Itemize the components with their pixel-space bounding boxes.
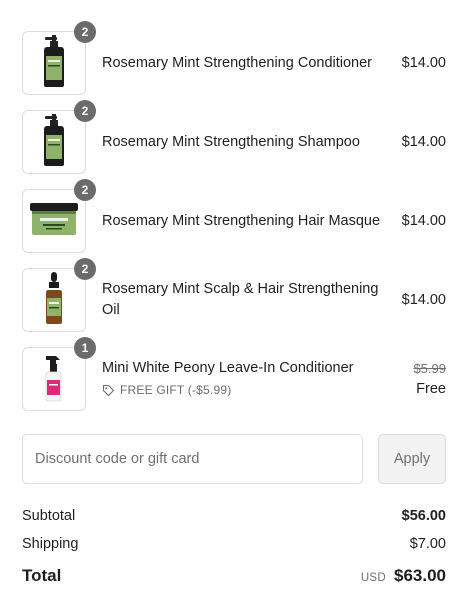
quantity-badge: 2 (74, 100, 96, 122)
product-thumbnail: 2 (22, 258, 96, 332)
apply-discount-button[interactable]: Apply (378, 434, 446, 484)
gift-label: FREE GIFT (-$5.99) (120, 382, 232, 397)
quantity-badge: 1 (74, 337, 96, 359)
product-thumbnail: 2 (22, 21, 96, 95)
product-name: Rosemary Mint Scalp & Hair Strengthening… (102, 281, 379, 318)
discount-code-input[interactable] (22, 434, 363, 484)
quantity-badge: 2 (74, 21, 96, 43)
original-price: $5.99 (413, 361, 446, 376)
product-price: $14.00 (401, 213, 446, 229)
line-item: 2 Rosemary Mint Strengthening Hair Masqu… (22, 179, 446, 253)
product-price: Free (416, 381, 446, 397)
currency-code: USD (360, 572, 386, 584)
total-label: Total (22, 566, 62, 585)
shipping-value: $7.00 (409, 536, 446, 552)
spray-bottle-icon (42, 352, 66, 407)
line-item: 2 Rosemary Mint Strengthening Shampoo $1… (22, 100, 446, 174)
product-price: $14.00 (401, 292, 446, 308)
tag-icon (102, 384, 115, 396)
total-row: Total USD $63.00 (22, 566, 446, 586)
product-name: Mini White Peony Leave-In Conditioner (102, 359, 354, 376)
product-price: $14.00 (401, 55, 446, 71)
subtotal-value: $56.00 (401, 508, 446, 524)
product-thumbnail: 2 (22, 100, 96, 174)
total-value: $63.00 (394, 566, 446, 585)
product-name: Rosemary Mint Strengthening Hair Masque (102, 212, 381, 229)
gift-discount: FREE GIFT (-$5.99) (102, 380, 403, 401)
pump-bottle-icon (39, 113, 69, 172)
line-item: 2 Rosemary Mint Strengthening Conditione… (22, 21, 446, 95)
dropper-bottle-icon (44, 271, 64, 330)
product-name: Rosemary Mint Strengthening Shampoo (102, 133, 360, 150)
jar-icon (28, 202, 80, 241)
quantity-badge: 2 (74, 258, 96, 280)
shipping-label: Shipping (22, 536, 79, 552)
discount-form: Apply (22, 434, 446, 484)
product-thumbnail: 1 (22, 337, 96, 411)
subtotal-row: Subtotal $56.00 (22, 508, 446, 524)
subtotal-label: Subtotal (22, 508, 76, 524)
line-item: 1 Mini White Peony Leave-In Conditioner … (22, 337, 446, 411)
product-price: $14.00 (401, 134, 446, 150)
product-name: Rosemary Mint Strengthening Conditioner (102, 54, 372, 71)
quantity-badge: 2 (74, 179, 96, 201)
pump-bottle-icon (39, 34, 69, 93)
shipping-row: Shipping $7.00 (22, 536, 446, 552)
line-item: 2 Rosemary Mint Scalp & Hair Strengtheni… (22, 258, 446, 332)
product-thumbnail: 2 (22, 179, 96, 253)
